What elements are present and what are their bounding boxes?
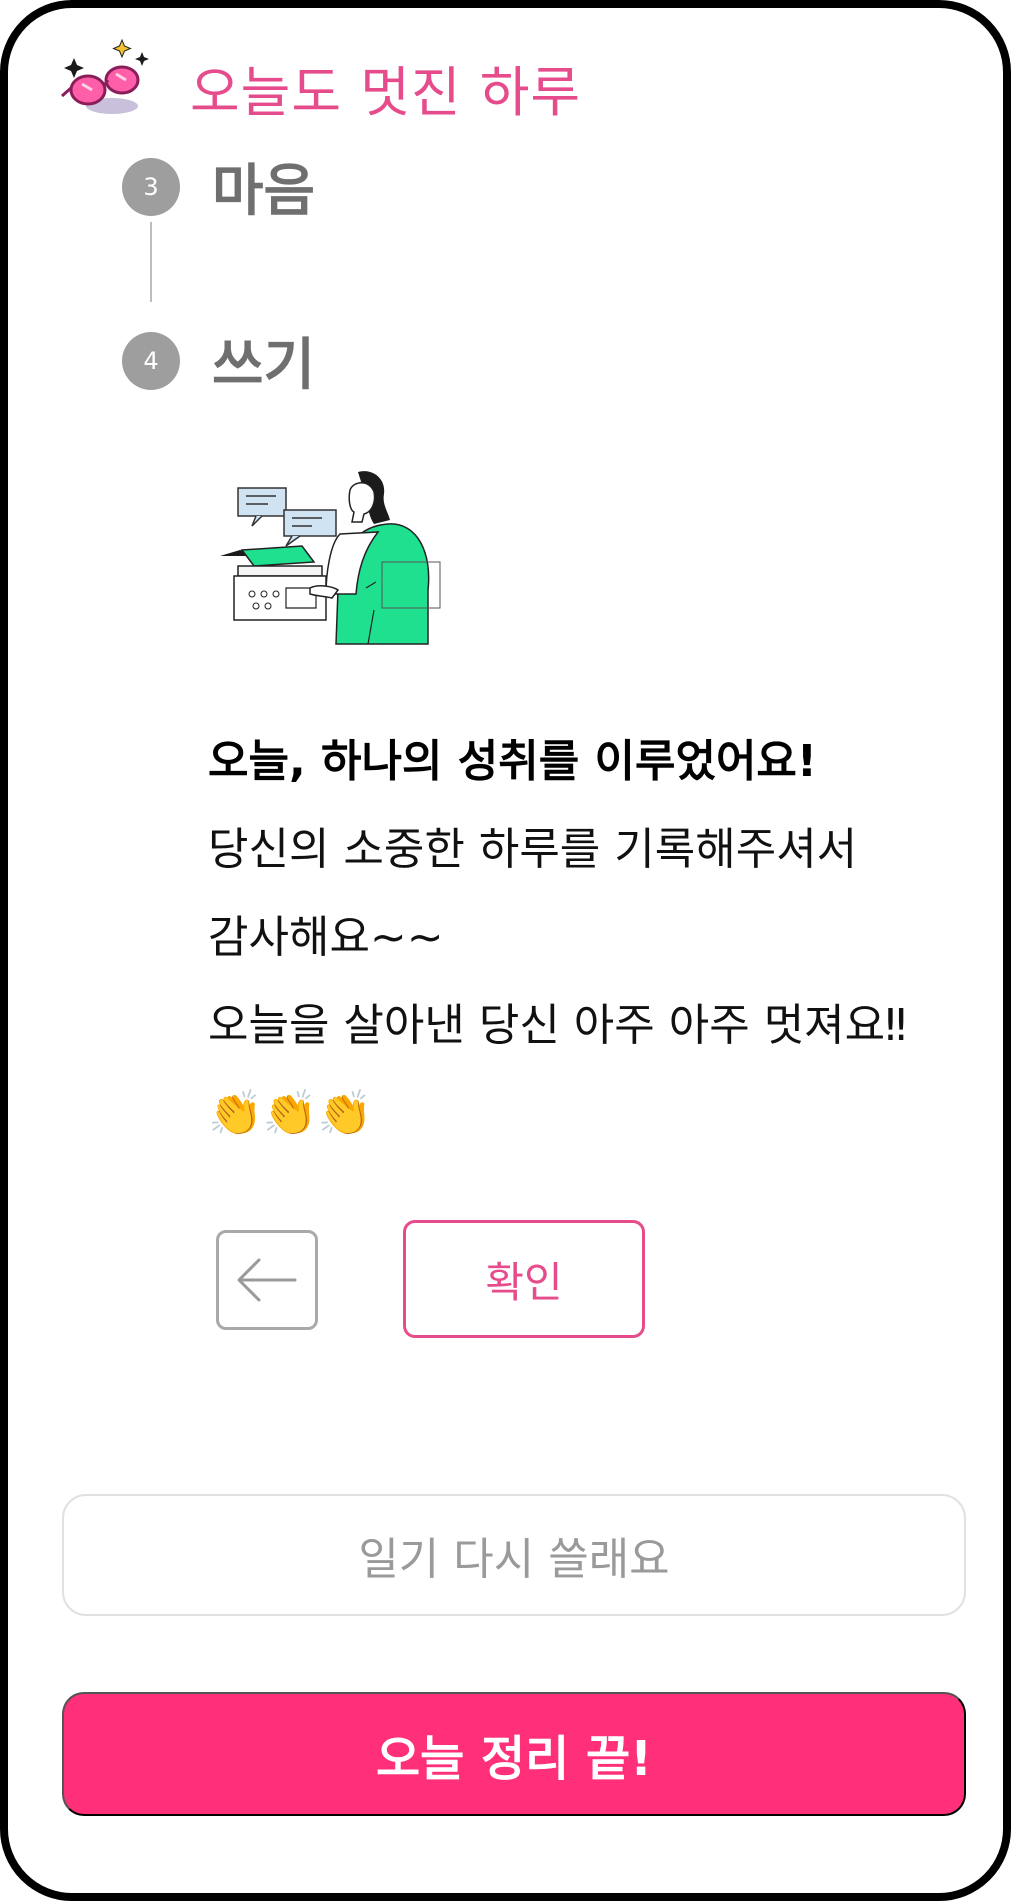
arrow-left-icon — [237, 1258, 297, 1302]
step-number: 4 — [122, 331, 180, 390]
person-typing-illustration — [216, 470, 452, 646]
step-label: 마음 — [212, 159, 316, 224]
header — [60, 36, 156, 126]
confirm-button[interactable]: 확인 — [403, 1220, 645, 1338]
step-3: 3 마음 — [122, 146, 315, 227]
step-connector — [150, 222, 152, 302]
rewrite-diary-button[interactable]: 일기 다시 쓸래요 — [62, 1494, 966, 1616]
step-label: 쓰기 — [212, 333, 316, 398]
step-4: 4 쓰기 — [122, 320, 315, 401]
completion-message: 오늘, 하나의 성취를 이루었어요! 당신의 소중한 하루를 기록해주셔서 감사… — [208, 728, 928, 1158]
sparkle-glasses-icon — [60, 36, 156, 126]
step-number: 3 — [122, 157, 180, 216]
message-title: 오늘, 하나의 성취를 이루었어요! — [208, 736, 817, 787]
message-body: 당신의 소중한 하루를 기록해주셔서 감사해요~~ 오늘을 살아낸 당신 아주 … — [208, 824, 907, 1139]
app-title: 오늘도 멋진 하루 — [190, 61, 582, 124]
finish-today-button[interactable]: 오늘 정리 끝! — [62, 1692, 966, 1816]
phone-frame: 오늘도 멋진 하루 3 마음 4 쓰기 오늘, 하나의 성취를 이루었어요! 당… — [0, 0, 1011, 1901]
back-button[interactable] — [216, 1230, 318, 1330]
